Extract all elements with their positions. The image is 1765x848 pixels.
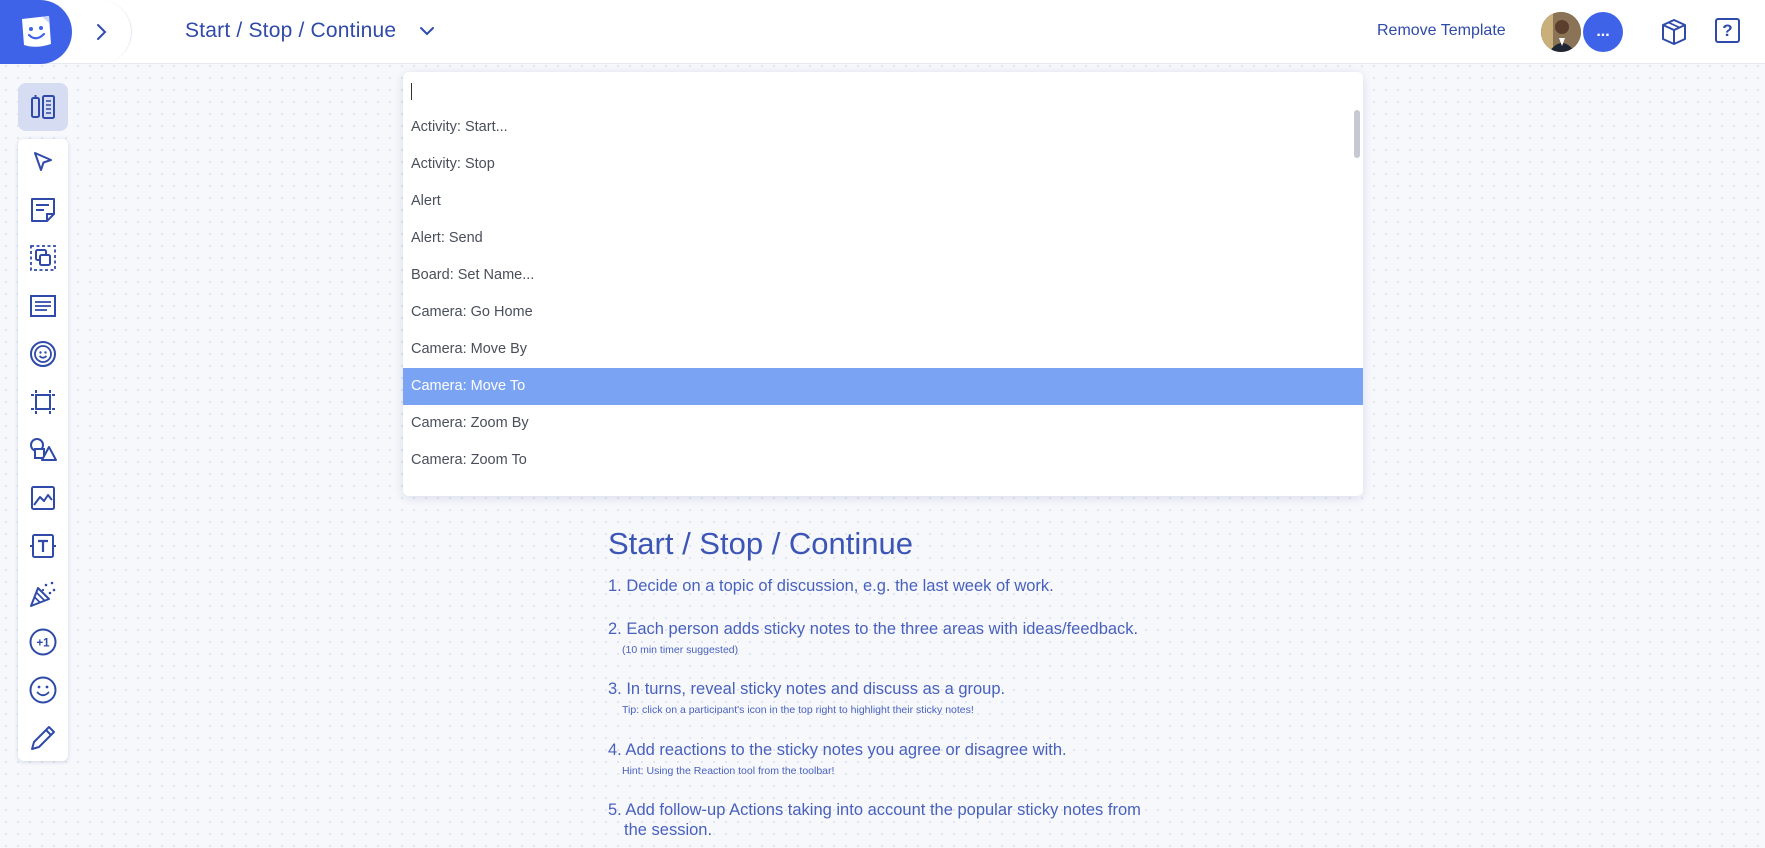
logo-icon <box>22 16 51 47</box>
shapes-tool[interactable] <box>18 430 68 470</box>
shapes-icon <box>30 438 57 461</box>
expand-sidebar-button[interactable] <box>72 0 132 64</box>
select-tool[interactable] <box>18 142 68 182</box>
step-5-text: 5. Add follow-up Actions taking into acc… <box>608 801 1141 819</box>
sticky-note-tool[interactable] <box>18 190 68 230</box>
step-2-text: 2. Each person adds sticky notes to the … <box>608 620 1139 638</box>
step-4-hint: Hint: Using the Reaction tool from the t… <box>622 765 835 777</box>
cube-icon <box>1662 19 1686 45</box>
command-item[interactable]: Alert: Send <box>403 220 1363 257</box>
templates-tool-button[interactable] <box>18 83 68 131</box>
multi-select-icon <box>30 245 56 271</box>
celebrate-icon <box>30 581 56 607</box>
more-users-button[interactable]: ... <box>1583 12 1623 52</box>
remove-template-button[interactable]: Remove Template <box>1377 22 1506 40</box>
app-logo[interactable] <box>0 0 72 64</box>
step-3-text: 3. In turns, reveal sticky notes and dis… <box>608 680 1006 698</box>
text-block-tool[interactable] <box>18 286 68 326</box>
reaction-tool[interactable] <box>18 334 68 374</box>
text-tool[interactable] <box>18 526 68 566</box>
frame-icon <box>31 390 55 414</box>
sticky-note-icon <box>31 198 55 222</box>
pencil-icon <box>31 726 55 750</box>
step-2-hint: (10 min timer suggested) <box>622 644 739 656</box>
board-heading: Start / Stop / Continue <box>608 526 914 561</box>
command-item[interactable]: Activity: Start... <box>403 109 1363 146</box>
select-arrow-icon <box>34 152 52 171</box>
text-tool-icon <box>30 534 56 558</box>
step-4-text: 4. Add reactions to the sticky notes you… <box>608 741 1067 759</box>
frame-tool[interactable] <box>18 382 68 422</box>
pencil-tool[interactable] <box>18 718 68 758</box>
image-tool[interactable] <box>18 478 68 518</box>
celebrate-tool[interactable] <box>18 574 68 614</box>
help-button[interactable]: ? <box>1715 18 1740 43</box>
command-item[interactable]: Camera: Move To <box>403 368 1363 405</box>
command-item[interactable]: Activity: Stop <box>403 146 1363 183</box>
command-item[interactable]: Board: Set Name... <box>403 257 1363 294</box>
chevron-down-icon <box>420 27 434 36</box>
text-caret <box>411 83 412 100</box>
box-button[interactable] <box>1660 17 1688 52</box>
step-3-hint: Tip: click on a participant's icon in th… <box>622 704 974 716</box>
command-item[interactable]: Alert <box>403 183 1363 220</box>
text-block-icon <box>30 295 56 317</box>
plus-one-tool[interactable]: +1 <box>18 622 68 662</box>
chevron-right-icon <box>96 24 106 40</box>
command-palette: Activity: Start... Activity: Stop Alert Ale… <box>403 72 1363 496</box>
board-menu-button[interactable] <box>418 22 436 45</box>
left-toolbar: +1 <box>18 139 68 761</box>
plus-one-icon: +1 <box>29 628 57 656</box>
step-5-continuation: the session. <box>624 821 713 839</box>
command-search-input[interactable] <box>403 72 1363 110</box>
command-item[interactable]: Camera: Go Home <box>403 294 1363 331</box>
user-photo-icon <box>1541 12 1581 52</box>
templates-icon <box>31 95 55 119</box>
command-item[interactable]: Camera: Zoom To <box>403 442 1363 479</box>
reaction-icon <box>30 341 56 367</box>
avatar[interactable] <box>1541 12 1581 52</box>
top-bar: Start / Stop / Continue Remove Template … <box>0 0 1765 64</box>
emoji-icon <box>29 676 57 704</box>
command-item[interactable]: Camera: Zoom By <box>403 405 1363 442</box>
image-icon <box>31 486 55 510</box>
command-item[interactable]: Camera: Move By <box>403 331 1363 368</box>
multi-select-tool[interactable] <box>18 238 68 278</box>
svg-text:+1: +1 <box>36 638 50 650</box>
board-title[interactable]: Start / Stop / Continue <box>185 19 396 43</box>
emoji-tool[interactable] <box>18 670 68 710</box>
step-1-text: 1. Decide on a topic of discussion, e.g.… <box>608 577 1054 595</box>
